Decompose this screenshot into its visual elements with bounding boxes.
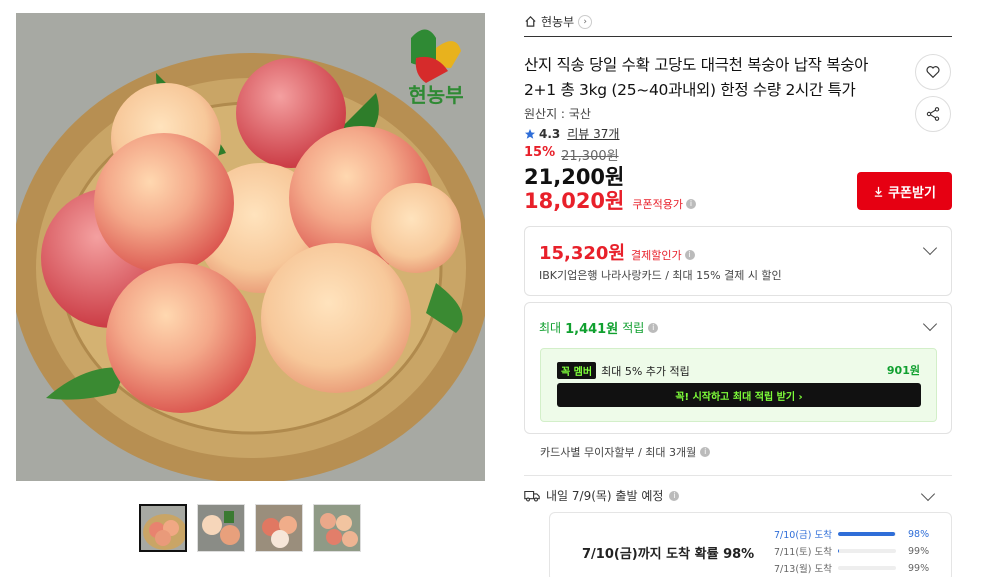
thumbnail-4[interactable] [313, 504, 361, 552]
payment-price-row: 15,320원 결제할인가 i [539, 239, 695, 265]
info-icon[interactable]: i [669, 490, 680, 501]
member-text: 최대 5% 추가 적립 [601, 364, 690, 378]
payment-discount-panel[interactable]: 15,320원 결제할인가 i IBK기업은행 나라사랑카드 / 최대 15% … [524, 226, 952, 296]
chevron-down-icon[interactable] [922, 316, 938, 332]
chevron-down-icon[interactable] [922, 240, 938, 256]
points-row: 최대 1,441원 적립 i [539, 318, 659, 337]
logo-text: 현농부 [408, 83, 463, 107]
rating-row: 4.3 리뷰 37개 [524, 125, 619, 142]
member-tag: 꼭 멤버 최대 5% 추가 적립 [557, 362, 690, 379]
installment-info: 카드사별 무이자할부 / 최대 3개월 i [540, 444, 711, 460]
breadcrumb[interactable]: 현농부 › [524, 13, 593, 30]
brand-name[interactable]: 현농부 [541, 13, 574, 30]
payment-discount-price: 15,320원 [539, 243, 626, 264]
product-title: 산지 직송 당일 수확 고당도 대극천 복숭아 납작 복숭아 2+1 총 3kg… [524, 56, 869, 99]
card-discount-note: IBK기업은행 나라사랑카드 / 최대 15% 결제 시 할인 [539, 269, 782, 282]
arrival-row: 7/10(금) 도착 98% [774, 527, 938, 542]
info-icon[interactable]: i [700, 447, 711, 457]
member-amount: 901원 [886, 364, 920, 377]
coupon-price: 18,020원 [524, 189, 625, 213]
arrival-date: 7/13(월) 도착 [774, 564, 832, 575]
coupon-applied-text: 쿠폰적용가 [632, 198, 683, 211]
info-icon[interactable]: i [685, 199, 696, 209]
points-prefix: 최대 [539, 321, 562, 335]
coupon-price-row: 18,020원 쿠폰적용가 i [524, 185, 696, 215]
arrival-date: 7/11(토) 도착 [774, 547, 832, 558]
arrival-probability-box: 7/10(금)까지 도착 확률 98% 7/10(금) 도착 98% 7/11(… [549, 512, 952, 577]
arrival-row: 7/11(토) 도착 99% [774, 544, 938, 559]
arrival-bar-fill [838, 532, 895, 536]
share-icon [926, 107, 940, 121]
arrival-pct: 99% [908, 545, 930, 557]
arrival-bar-fill [838, 549, 839, 553]
thumbnail-3[interactable] [255, 504, 303, 552]
arrival-pct: 98% [908, 528, 930, 540]
arrival-bar [838, 549, 896, 553]
rating-score: 4.3 [539, 126, 561, 141]
coupon-applied-label: 쿠폰적용가 i [632, 196, 696, 212]
home-icon [525, 16, 536, 27]
arrival-main-text: 7/10(금)까지 도착 확률 98% [582, 547, 755, 562]
payment-discount-label: 결제할인가 i [631, 247, 695, 263]
origin-label: 원산지 : 국산 [524, 107, 591, 121]
points-amount: 1,441원 [565, 322, 619, 337]
thumbnail-1[interactable] [139, 504, 187, 552]
main-product-image: 현농부 [16, 13, 485, 481]
chevron-down-icon[interactable] [920, 486, 936, 502]
info-icon[interactable]: i [648, 322, 659, 333]
coupon-button-label: 쿠폰받기 [888, 185, 936, 201]
arrival-bar [838, 566, 896, 570]
member-start-button[interactable]: 꼭! 시작하고 최대 적립 받기 › [557, 383, 921, 407]
points-panel[interactable]: 최대 1,441원 적립 i 꼭 멤버 최대 5% 추가 적립 901원 꼭! … [524, 302, 952, 434]
points-suffix: 적립 [622, 321, 645, 335]
star-icon [525, 128, 535, 139]
divider [524, 36, 952, 37]
installment-text: 카드사별 무이자할부 / 최대 3개월 [540, 446, 697, 459]
shipping-row[interactable]: 내일 7/9(목) 출발 예정 i [524, 487, 680, 504]
download-icon [874, 186, 883, 197]
share-button[interactable] [915, 96, 951, 132]
wishlist-button[interactable] [915, 54, 951, 90]
heart-icon [926, 66, 940, 79]
shipping-label: 내일 7/9(목) 출발 예정 [546, 489, 664, 503]
coupon-download-button[interactable]: 쿠폰받기 [857, 172, 952, 210]
thumbnail-2[interactable] [197, 504, 245, 552]
arrival-date: 7/10(금) 도착 [774, 530, 832, 541]
member-promo-box: 꼭 멤버 최대 5% 추가 적립 901원 꼭! 시작하고 최대 적립 받기 › [540, 348, 937, 422]
info-icon[interactable]: i [684, 250, 695, 260]
review-link[interactable]: 리뷰 37개 [567, 125, 619, 142]
divider [524, 475, 952, 476]
chevron-right-icon: › [578, 14, 593, 29]
thumbnail-strip [139, 504, 361, 552]
arrival-row: 7/13(월) 도착 99% [774, 561, 938, 576]
payment-discount-label-text: 결제할인가 [631, 249, 682, 262]
arrival-bar [838, 532, 896, 536]
truck-icon [524, 490, 540, 502]
member-badge: 꼭 멤버 [557, 362, 597, 379]
arrival-pct: 99% [908, 562, 930, 574]
